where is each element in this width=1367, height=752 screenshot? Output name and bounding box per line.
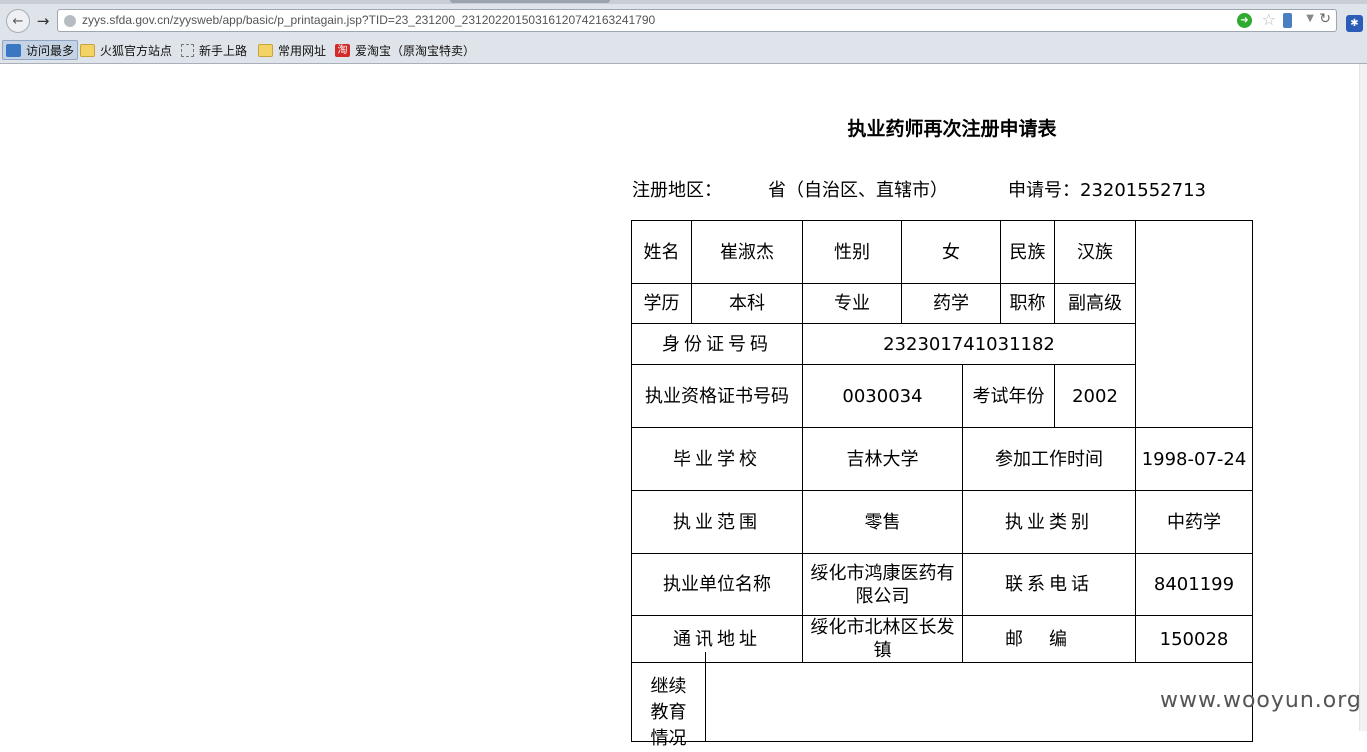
bookmarks-toolbar: 访问最多 火狐官方站点 新手上路 常用网址 淘 爱淘宝（原淘宝特卖） — [0, 38, 1367, 62]
bookmark-most-visited[interactable]: 访问最多 — [2, 40, 79, 60]
bookmark-star-icon[interactable]: ☆ — [1262, 10, 1276, 29]
exam-year-value: 2002 — [1054, 364, 1136, 428]
folder-icon — [258, 43, 273, 57]
go-arrow-icon[interactable]: ➜ — [1237, 13, 1252, 28]
page-title: 执业药师再次注册申请表 — [847, 118, 1057, 140]
folder-icon — [80, 43, 95, 57]
ethnic-label: 民族 — [1000, 220, 1055, 284]
gender-label: 性别 — [802, 220, 902, 284]
address-bar[interactable]: zyys.sfda.gov.cn/zyysweb/app/basic/p_pri… — [57, 9, 1337, 32]
title-label: 职称 — [1000, 283, 1055, 324]
bookmark-firefox-official[interactable]: 火狐官方站点 — [80, 40, 172, 60]
bookmark-label: 常用网址 — [278, 43, 327, 58]
forward-button[interactable]: → — [33, 11, 53, 31]
most-visited-icon — [6, 43, 21, 57]
active-tab-indicator[interactable] — [450, 0, 610, 3]
baidu-paw-icon[interactable]: ✱ — [1346, 15, 1363, 32]
application-number: 申请号：23201552713 — [1008, 180, 1206, 201]
table-row: 毕业学校 吉林大学 参加工作时间 1998-07-24 — [631, 427, 1253, 491]
continuing-education-label: 继续教育情况 — [632, 674, 705, 752]
reload-icon[interactable]: ↻ — [1319, 11, 1331, 27]
bookmark-common-sites[interactable]: 常用网址 — [258, 40, 326, 60]
navigation-bar: ← → zyys.sfda.gov.cn/zyysweb/app/basic/p… — [0, 5, 1367, 36]
category-value: 中药学 — [1135, 490, 1253, 554]
work-start-value: 1998-07-24 — [1135, 427, 1253, 491]
title-value: 副高级 — [1054, 283, 1136, 324]
scope-value: 零售 — [802, 490, 963, 554]
watermark: www.wooyun.org — [1160, 688, 1362, 713]
table-row: 姓名 崔淑杰 性别 女 民族 汉族 — [631, 220, 1253, 428]
id-number-value: 232301741031182 — [802, 323, 1136, 365]
photo-cell — [1135, 220, 1253, 428]
work-start-label: 参加工作时间 — [962, 427, 1136, 491]
region-line: 注册地区： 省（自治区、直辖市） 申请号：23201552713 — [632, 176, 1252, 202]
phone-value: 8401199 — [1135, 553, 1253, 616]
phone-icon[interactable] — [1283, 13, 1292, 28]
name-value: 崔淑杰 — [691, 220, 803, 284]
browser-chrome: ← → zyys.sfda.gov.cn/zyysweb/app/basic/p… — [0, 0, 1367, 64]
registration-form-table: 姓名 崔淑杰 性别 女 民族 汉族 学历 本科 专业 药学 职称 副高级 身份证… — [631, 220, 1253, 663]
bookmark-aitaobao[interactable]: 淘 爱淘宝（原淘宝特卖） — [335, 40, 475, 60]
divider — [705, 652, 706, 742]
education-label: 学历 — [631, 283, 692, 324]
school-label: 毕业学校 — [631, 427, 803, 491]
region-value: 省（自治区、直辖市） — [768, 180, 948, 201]
gender-value: 女 — [901, 220, 1001, 284]
region-label: 注册地区： — [632, 180, 722, 201]
bookmark-label: 火狐官方站点 — [100, 43, 173, 58]
exam-year-label: 考试年份 — [962, 364, 1055, 428]
bookmark-getting-started[interactable]: 新手上路 — [181, 40, 247, 60]
url-text[interactable]: zyys.sfda.gov.cn/zyysweb/app/basic/p_pri… — [82, 13, 655, 27]
globe-icon — [64, 15, 76, 27]
page-icon — [181, 43, 194, 57]
ethnic-value: 汉族 — [1054, 220, 1136, 284]
continuing-education-label-text: 继续教育情况 — [650, 676, 687, 749]
taobao-icon: 淘 — [335, 43, 350, 57]
table-row: 执业单位名称 绥化市鸿康医药有限公司 联系电话 8401199 — [631, 553, 1253, 616]
category-label: 执业类别 — [962, 490, 1136, 554]
bookmark-label: 新手上路 — [199, 43, 248, 58]
chevron-down-icon[interactable]: ▼ — [1306, 13, 1314, 24]
major-value: 药学 — [901, 283, 1001, 324]
forward-arrow-icon: → — [36, 12, 50, 30]
employer-label: 执业单位名称 — [631, 553, 803, 616]
tab-strip — [0, 0, 1367, 4]
back-arrow-icon: ← — [12, 13, 24, 29]
school-value: 吉林大学 — [802, 427, 963, 491]
scrollbar[interactable] — [1359, 64, 1367, 731]
scope-label: 执业范围 — [631, 490, 803, 554]
name-label: 姓名 — [631, 220, 692, 284]
back-button[interactable]: ← — [6, 9, 30, 33]
certificate-number-value: 0030034 — [802, 364, 963, 428]
major-label: 专业 — [802, 283, 902, 324]
bookmark-label: 爱淘宝（原淘宝特卖） — [355, 43, 476, 58]
employer-value: 绥化市鸿康医药有限公司 — [802, 553, 963, 616]
id-number-label: 身份证号码 — [631, 323, 803, 365]
education-value: 本科 — [691, 283, 803, 324]
certificate-number-label: 执业资格证书号码 — [631, 364, 803, 428]
phone-label: 联系电话 — [962, 553, 1136, 616]
table-row: 执业范围 零售 执业类别 中药学 — [631, 490, 1253, 554]
bookmark-label: 访问最多 — [26, 43, 75, 58]
